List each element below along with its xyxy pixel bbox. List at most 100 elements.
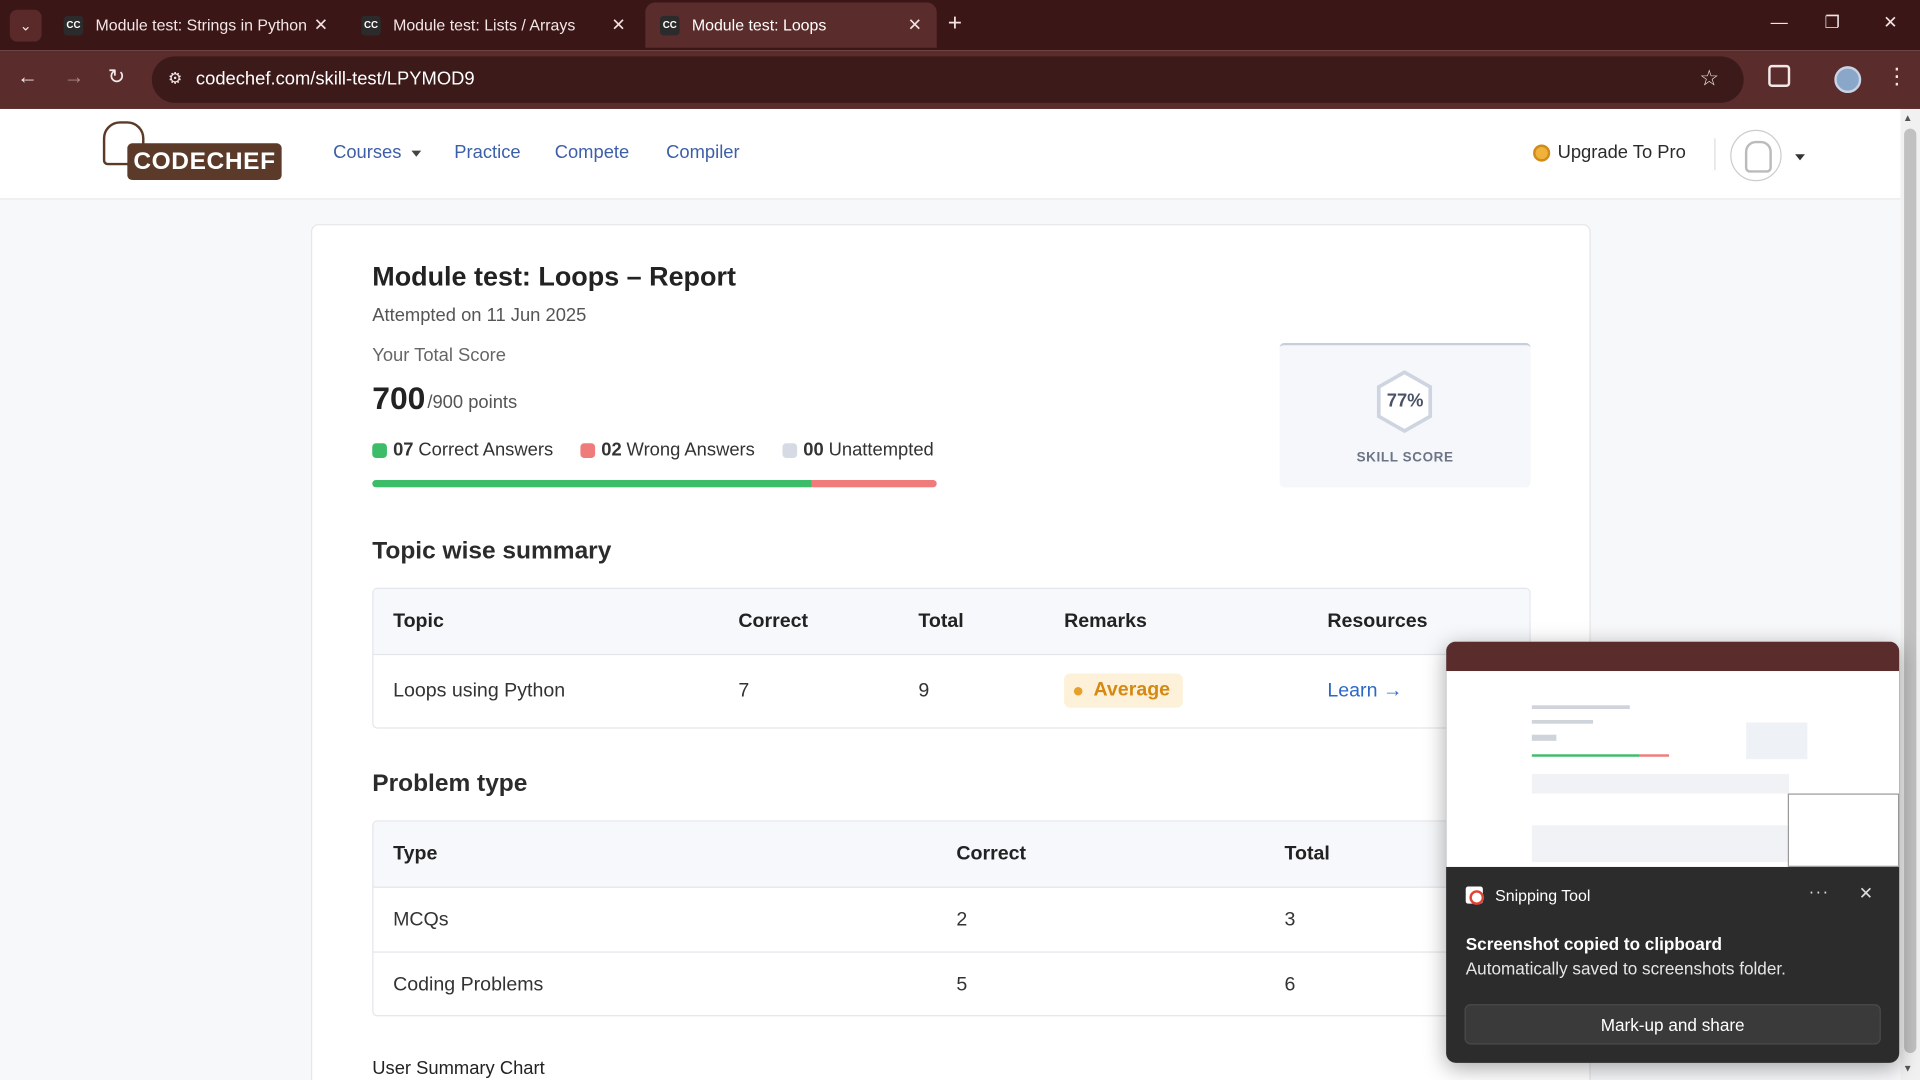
header-type: Type xyxy=(393,843,438,865)
reload-button[interactable]: ↻ xyxy=(108,65,125,89)
thumbnail-bar-correct xyxy=(1531,754,1640,757)
new-tab-button[interactable]: + xyxy=(948,10,962,37)
grey-dot-icon xyxy=(782,442,798,458)
tab-title: Module test: Lists / Arrays xyxy=(393,15,576,35)
address-bar[interactable]: ⚙ codechef.com/skill-test/LPYMOD9 ☆ xyxy=(151,56,1744,103)
screenshot-thumbnail[interactable] xyxy=(1446,641,1900,867)
close-icon[interactable]: ✕ xyxy=(1859,883,1873,904)
header-total: Total xyxy=(918,611,964,632)
legend-unattempted: 00 Unattempted xyxy=(782,440,934,460)
nav-courses-label: Courses xyxy=(333,142,402,163)
problem-type-table: Type Correct Total MCQs 2 3 Coding Probl… xyxy=(372,820,1531,1017)
nav-courses[interactable]: Courses xyxy=(333,142,422,163)
logo-wordmark: CODECHEF xyxy=(127,143,282,181)
close-icon[interactable]: ✕ xyxy=(908,15,922,36)
tab-title: Module test: Strings in Python xyxy=(95,15,307,35)
arrow-right-icon: → xyxy=(63,64,85,89)
codechef-favicon-icon: CC xyxy=(660,15,680,35)
forward-button[interactable]: → xyxy=(64,65,85,89)
nav-compiler[interactable]: Compiler xyxy=(666,142,739,163)
topic-correct: 7 xyxy=(738,680,750,702)
remark-badge: Average xyxy=(1064,673,1183,708)
score-progress-bar xyxy=(372,480,937,488)
back-button[interactable]: ← xyxy=(17,65,38,89)
codechef-logo[interactable]: CODECHEF xyxy=(100,121,284,185)
thumbnail-line xyxy=(1531,720,1594,724)
type-correct: 2 xyxy=(956,909,968,931)
green-dot-icon xyxy=(372,442,387,458)
browser-menu-icon[interactable]: ⋮ xyxy=(1886,64,1908,90)
thumbnail-table xyxy=(1531,825,1789,863)
toast-message: Screenshot copied to clipboard xyxy=(1465,934,1722,954)
score-value: 700 xyxy=(372,379,426,417)
site-settings-icon[interactable]: ⚙ xyxy=(164,69,186,91)
table-header: Type Correct Total xyxy=(373,821,1530,888)
wrong-count: 02 xyxy=(601,439,622,461)
scrollbar-thumb[interactable] xyxy=(1904,128,1917,1054)
user-avatar[interactable] xyxy=(1730,129,1782,182)
browser-toolbar: ← → ↻ ⚙ codechef.com/skill-test/LPYMOD9 … xyxy=(0,50,1920,109)
window-close-button[interactable]: ✕ xyxy=(1883,12,1897,33)
legend-wrong: 02 Wrong Answers xyxy=(580,439,755,461)
markup-share-button[interactable]: Mark-up and share xyxy=(1464,1004,1881,1045)
codechef-favicon-icon: CC xyxy=(361,15,381,35)
plus-icon: + xyxy=(947,9,963,37)
skill-score-box: 77% SKILL SCORE xyxy=(1279,342,1531,488)
wrong-label: Wrong Answers xyxy=(626,439,755,461)
minimize-icon: — xyxy=(1770,12,1788,32)
topic-name: Loops using Python xyxy=(393,680,566,702)
minimize-button[interactable]: — xyxy=(1771,12,1788,32)
topic-summary-title: Topic wise summary xyxy=(372,537,612,565)
learn-link[interactable]: Learn → xyxy=(1327,681,1402,703)
upgrade-label: Upgrade To Pro xyxy=(1557,142,1686,163)
header-remarks: Remarks xyxy=(1064,611,1147,632)
tab-title: Module test: Loops xyxy=(691,15,827,35)
bookmark-star-icon[interactable]: ☆ xyxy=(1699,66,1719,92)
correct-label: Correct Answers xyxy=(418,439,554,461)
codechef-favicon-icon: CC xyxy=(63,15,84,35)
table-row: MCQs 2 3 xyxy=(373,888,1530,953)
reload-icon: ↻ xyxy=(107,64,126,89)
topic-total: 9 xyxy=(918,680,930,702)
thumbnail-bar-wrong xyxy=(1639,754,1669,757)
upgrade-to-pro-link[interactable]: Upgrade To Pro xyxy=(1533,142,1686,163)
extensions-icon[interactable] xyxy=(1768,64,1791,87)
snipping-tool-icon xyxy=(1465,886,1485,905)
type-name: MCQs xyxy=(393,909,449,931)
nav-compete[interactable]: Compete xyxy=(555,142,630,163)
close-icon[interactable]: ✕ xyxy=(314,15,328,36)
progress-correct-segment xyxy=(372,480,812,488)
problem-type-title: Problem type xyxy=(372,770,528,798)
close-icon: ✕ xyxy=(1883,12,1898,32)
header-resources: Resources xyxy=(1327,611,1428,632)
type-total: 3 xyxy=(1284,909,1296,931)
header-total: Total xyxy=(1284,843,1330,865)
caret-down-icon[interactable] xyxy=(1795,154,1805,161)
caret-down-icon xyxy=(411,150,422,157)
restore-button[interactable]: ❐ xyxy=(1825,12,1840,33)
close-icon[interactable]: ✕ xyxy=(611,15,625,36)
skill-score-value: 77% xyxy=(1386,390,1424,412)
tab-strings[interactable]: CC Module test: Strings in Python ✕ xyxy=(49,2,343,47)
chevron-down-icon: ⌄ xyxy=(19,17,32,35)
scroll-up-icon[interactable]: ▲ xyxy=(1903,113,1913,124)
tab-search-button[interactable]: ⌄ xyxy=(9,9,42,42)
header-divider xyxy=(1714,138,1716,171)
more-options-icon[interactable]: ··· xyxy=(1809,882,1830,902)
thumbnail-table xyxy=(1531,773,1789,794)
table-row: Loops using Python 7 9 Average Learn → xyxy=(373,655,1529,727)
skill-score-label: SKILL SCORE xyxy=(1356,450,1454,466)
thumbnail-line xyxy=(1531,705,1630,709)
header-correct: Correct xyxy=(738,611,809,632)
progress-wrong-segment xyxy=(811,480,937,488)
scroll-down-icon[interactable]: ▼ xyxy=(1903,1063,1913,1074)
header-correct: Correct xyxy=(956,843,1027,865)
header-topic: Topic xyxy=(393,611,444,632)
tab-lists[interactable]: CC Module test: Lists / Arrays ✕ xyxy=(347,2,641,47)
tab-loops[interactable]: CC Module test: Loops ✕ xyxy=(645,2,937,48)
red-dot-icon xyxy=(580,442,596,458)
thumbnail-line xyxy=(1531,734,1557,741)
nav-practice[interactable]: Practice xyxy=(454,142,520,163)
profile-avatar[interactable] xyxy=(1834,66,1862,94)
score-total: /900 points xyxy=(427,391,518,413)
